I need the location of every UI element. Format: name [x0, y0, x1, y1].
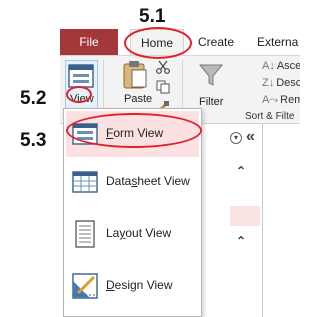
step-5-3-label: 5.3	[20, 130, 47, 151]
selected-object-highlight	[230, 206, 260, 226]
sort-filter-group-label: Sort & Filte	[245, 111, 295, 122]
sort-descending-label: Descend	[276, 77, 300, 89]
design-view-label: Design View	[106, 278, 173, 292]
tab-create[interactable]: Create	[198, 29, 234, 55]
design-view-icon	[72, 273, 98, 299]
shutter-bar-close-icon[interactable]: «	[246, 128, 255, 146]
cut-icon[interactable]	[156, 60, 170, 74]
form-view-highlight-oval	[66, 113, 202, 148]
tab-file[interactable]: File	[60, 29, 118, 55]
paste-button-label: Paste	[124, 93, 153, 105]
group-collapse-icon[interactable]: ⌃	[236, 164, 246, 178]
sort-ascending-button[interactable]: A↓Ascendi	[262, 60, 300, 72]
menu-item-datasheet-view[interactable]: Datasheet View	[66, 159, 199, 205]
step-5-2-label: 5.2	[20, 88, 47, 109]
remove-sort-icon: A⤳	[262, 94, 279, 106]
home-tab-highlight-oval	[124, 27, 192, 59]
step-5-1-label: 5.1	[139, 6, 166, 27]
group-collapse-icon[interactable]: ⌃	[236, 234, 246, 248]
menu-item-layout-view[interactable]: Layout View	[66, 211, 199, 257]
view-chevron-highlight-oval	[66, 86, 92, 103]
datasheet-view-label: Datasheet View	[106, 174, 190, 188]
filter-icon[interactable]	[198, 62, 224, 88]
sort-descending-button[interactable]: Z↓Descend	[262, 77, 300, 89]
navigation-pane-border	[262, 124, 263, 317]
nav-menu-chevron-icon[interactable]: ▾	[230, 132, 242, 144]
tab-external-data[interactable]: Externa	[257, 29, 298, 55]
sort-ascending-icon: A↓	[262, 60, 275, 72]
copy-icon[interactable]	[156, 80, 170, 94]
menu-item-design-view[interactable]: Design View	[66, 263, 199, 309]
remove-sort-label: Remove	[280, 94, 300, 106]
paste-icon[interactable]	[122, 60, 148, 90]
datasheet-view-icon	[72, 171, 98, 193]
filter-button-label: Filter	[199, 96, 224, 108]
view-icon	[68, 64, 94, 88]
remove-sort-button[interactable]: A⤳Remove	[262, 94, 300, 107]
sort-descending-icon: Z↓	[262, 77, 275, 89]
layout-view-label: Layout View	[106, 226, 172, 240]
layout-view-icon	[75, 220, 95, 248]
sort-ascending-label: Ascendi	[276, 60, 300, 72]
